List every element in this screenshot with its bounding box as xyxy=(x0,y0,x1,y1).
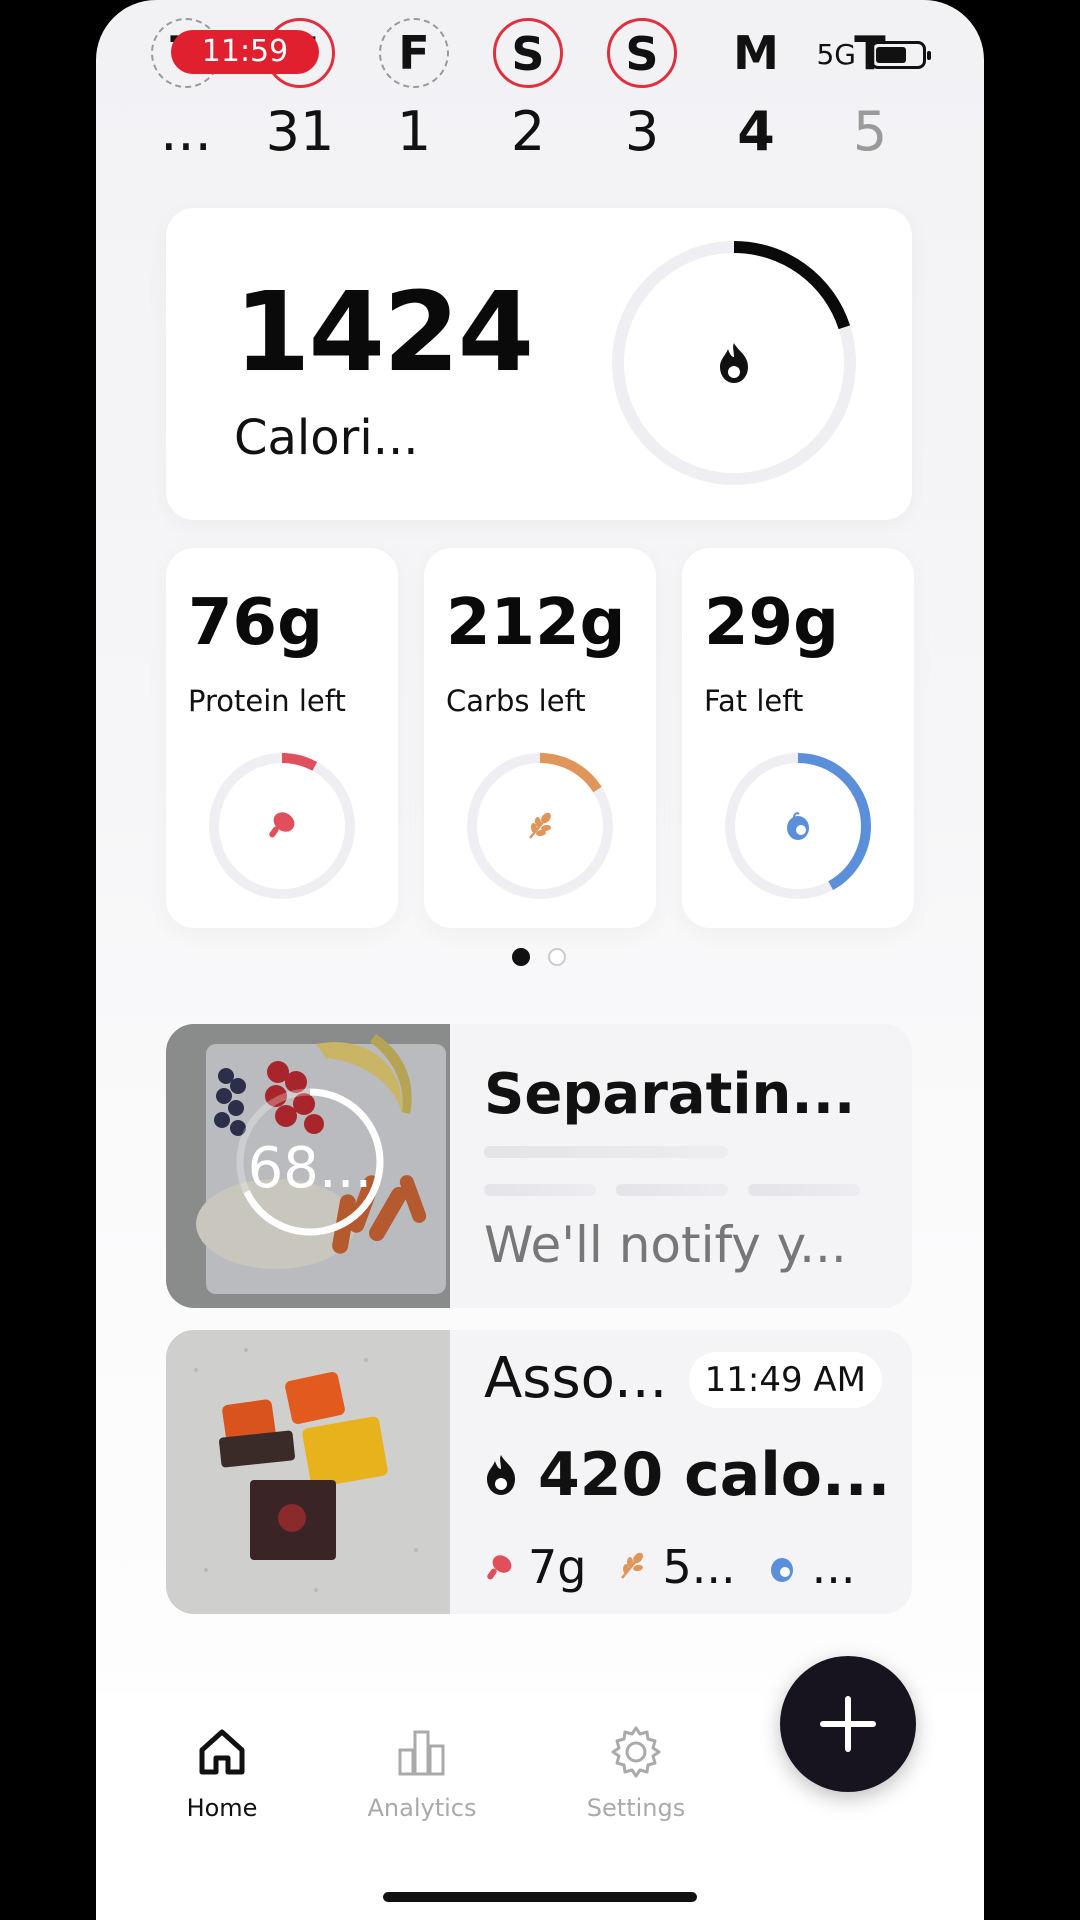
meal-calories: 420 calo... xyxy=(538,1440,891,1510)
fat-ring xyxy=(725,753,871,899)
meal-carbs: 5... xyxy=(662,1540,736,1594)
protein-amount: 76g xyxy=(188,586,323,660)
day-number: 31 xyxy=(265,100,335,163)
calories-value: 1424 xyxy=(234,268,534,396)
home-indicator xyxy=(383,1892,697,1902)
fat-amount: 29g xyxy=(704,586,839,660)
day-number: ... xyxy=(160,100,212,163)
meal-title: Asso... xyxy=(484,1346,668,1411)
tab-analytics[interactable]: Analytics xyxy=(352,1724,492,1822)
loading-skeleton xyxy=(616,1184,728,1196)
meal-calories-row: 420 calo... xyxy=(484,1440,890,1510)
protein-ring xyxy=(209,753,355,899)
avocado-icon xyxy=(770,1558,793,1582)
tab-label: Settings xyxy=(586,1794,686,1822)
tab-label: Analytics xyxy=(367,1794,477,1822)
analyzing-food-card[interactable]: 68... Separatin... We'll notify y... xyxy=(166,1024,912,1308)
page-dot[interactable] xyxy=(548,948,566,966)
day-number: 5 xyxy=(852,100,888,163)
meal-macros-row: 7g 5... ... xyxy=(484,1540,873,1594)
calories-ring xyxy=(612,241,856,485)
loading-skeleton xyxy=(748,1184,860,1196)
analysis-title: Separatin... xyxy=(484,1062,856,1127)
app-screen: T ... T 31 F 1 S 2 S 3 M 4 T 5 11:59 xyxy=(96,0,984,1920)
carbs-label: Carbs left xyxy=(446,684,586,718)
home-icon xyxy=(199,1729,245,1775)
day-number: 4 xyxy=(737,100,775,163)
status-time: 11:59 xyxy=(171,30,319,74)
day-number: 3 xyxy=(624,100,660,163)
bar-chart-icon xyxy=(398,1730,445,1776)
flame-icon xyxy=(720,343,748,383)
gear-icon xyxy=(611,1726,661,1778)
food-log-card[interactable]: Asso... 11:49 AM 420 calo... 7g 5... ... xyxy=(166,1330,912,1614)
avocado-icon xyxy=(787,812,809,840)
fat-label: Fat left xyxy=(704,684,804,718)
food-photo xyxy=(166,1330,450,1614)
analysis-progress-text: 68... xyxy=(247,1136,373,1201)
meal-time: 11:49 AM xyxy=(688,1352,882,1408)
add-food-button[interactable] xyxy=(780,1656,916,1792)
carbs-ring xyxy=(467,753,613,899)
fat-card[interactable]: 29g Fat left xyxy=(682,548,914,928)
page-indicator xyxy=(512,948,566,966)
wheat-icon xyxy=(621,1552,644,1579)
flame-icon xyxy=(487,1455,515,1495)
calories-card[interactable]: 1424 Calori... xyxy=(166,208,912,520)
tab-settings[interactable]: Settings xyxy=(566,1724,706,1822)
calories-label: Calori... xyxy=(234,410,419,466)
meal-protein: 7g xyxy=(528,1540,587,1594)
loading-skeleton xyxy=(484,1184,596,1196)
network-label: 5G xyxy=(816,38,856,71)
analysis-subtitle: We'll notify y... xyxy=(484,1216,847,1274)
protein-card[interactable]: 76g Protein left xyxy=(166,548,398,928)
tab-label: Home xyxy=(186,1794,258,1822)
loading-skeleton xyxy=(484,1146,728,1158)
carbs-amount: 212g xyxy=(446,586,626,660)
day-number: 2 xyxy=(510,100,546,163)
meal-fat: ... xyxy=(811,1540,856,1594)
page-dot-active[interactable] xyxy=(512,948,530,966)
day-number: 1 xyxy=(396,100,432,163)
drumstick-icon xyxy=(487,1555,512,1580)
tab-home[interactable]: Home xyxy=(152,1724,292,1822)
carbs-card[interactable]: 212g Carbs left xyxy=(424,548,656,928)
status-icons: 5G xyxy=(816,38,931,71)
battery-icon xyxy=(870,40,931,69)
wheat-icon xyxy=(529,812,551,839)
status-bar: 11:59 5G xyxy=(96,0,984,100)
protein-label: Protein left xyxy=(188,684,346,718)
drumstick-icon xyxy=(269,812,295,838)
